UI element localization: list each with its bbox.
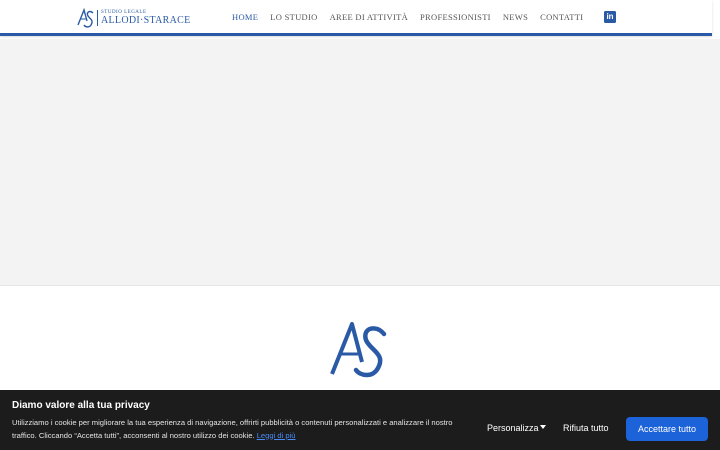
customize-label: Personalizza <box>487 423 539 433</box>
nav-item-professionisti[interactable]: PROFESSIONISTI <box>420 12 491 22</box>
nav-item-contatti[interactable]: CONTATTI <box>540 12 583 22</box>
logo-monogram-icon <box>77 7 94 28</box>
nav-item-home[interactable]: HOME <box>232 12 258 22</box>
cookie-description: Utilizziamo i cookie per migliorare la t… <box>12 417 462 442</box>
read-more-link[interactable]: Leggi di più <box>257 431 296 440</box>
nav-item-news[interactable]: NEWS <box>503 12 528 22</box>
hero-section <box>0 39 720 286</box>
logo-name: ALLODI·STARACE <box>101 15 191 26</box>
cookie-text: Utilizziamo i cookie per migliorare la t… <box>12 418 453 440</box>
linkedin-icon[interactable]: in <box>604 11 616 23</box>
footer-logo-icon <box>330 322 387 378</box>
customize-button[interactable]: Personalizza <box>487 423 546 433</box>
nav-item-lo-studio[interactable]: LO STUDIO <box>270 12 317 22</box>
nav-item-aree-di-attivita[interactable]: AREE DI ATTIVITÀ <box>330 12 408 22</box>
site-logo[interactable]: STUDIO LEGALE ALLODI·STARACE <box>77 6 191 30</box>
cookie-title: Diamo valore alla tua privacy <box>12 400 150 411</box>
reject-all-button[interactable]: Rifiuta tutto <box>563 423 609 433</box>
caret-down-icon <box>539 425 546 429</box>
main-nav: HOME LO STUDIO AREE DI ATTIVITÀ PROFESSI… <box>232 12 595 22</box>
accept-all-button[interactable]: Accettare tutto <box>626 417 708 441</box>
cookie-banner: Diamo valore alla tua privacy Utilizziam… <box>0 390 720 450</box>
site-header: STUDIO LEGALE ALLODI·STARACE HOME LO STU… <box>0 0 712 36</box>
